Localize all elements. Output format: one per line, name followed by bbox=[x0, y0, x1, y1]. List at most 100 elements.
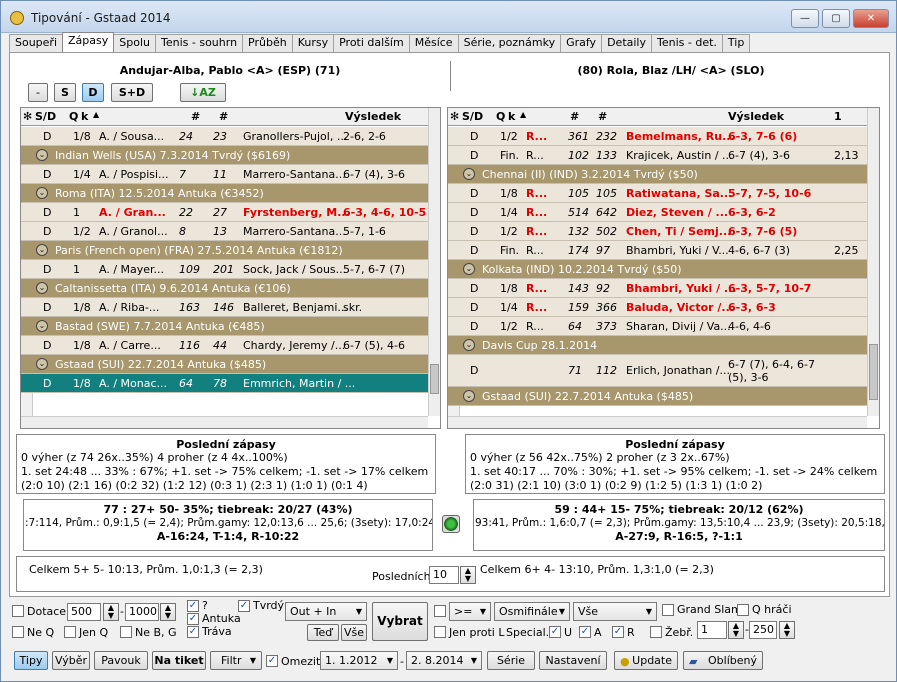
na-tiket-button[interactable]: Na tiket bbox=[152, 651, 206, 670]
tournament-group-row[interactable]: ⌄ Kolkata (IND) 10.2.2014 Tvrdý ($50) bbox=[448, 260, 867, 279]
collapse-icon[interactable]: ⌄ bbox=[36, 282, 48, 294]
col-rank1-right[interactable]: # bbox=[570, 110, 579, 123]
date-to-picker[interactable]: 2. 8.2014 bbox=[406, 651, 482, 670]
tab-6[interactable]: Proti dalším bbox=[333, 34, 410, 52]
col-odds-right[interactable]: 1 bbox=[834, 110, 842, 123]
tab-11[interactable]: Tenis - det. bbox=[651, 34, 723, 52]
oblibeny-button[interactable]: ▰ Oblíbený bbox=[683, 651, 763, 670]
collapse-icon[interactable]: ⌄ bbox=[36, 358, 48, 370]
refresh-icon[interactable] bbox=[442, 515, 460, 533]
match-row[interactable]: D 1/4 R... 159 366 Baluda, Victor /... 6-3, 6-… bbox=[448, 298, 867, 317]
collapse-icon[interactable]: ⌄ bbox=[463, 390, 475, 402]
match-row[interactable]: D 1 A. / Gran... 22 27 Fyrstenberg, M... 6-3, … bbox=[21, 203, 428, 222]
dotace-checkbox[interactable] bbox=[12, 605, 24, 617]
tournament-group-row[interactable]: ⌄ Bastad (SWE) 7.7.2014 Antuka (€485) bbox=[21, 317, 428, 336]
compare-checkbox[interactable] bbox=[434, 605, 446, 617]
collapse-icon[interactable]: ⌄ bbox=[36, 244, 48, 256]
trava-checkbox[interactable]: ✓ bbox=[187, 626, 199, 638]
minus-button[interactable]: - bbox=[28, 83, 48, 102]
unknown-surface-checkbox[interactable]: ✓ bbox=[187, 600, 199, 612]
tab-4[interactable]: Průběh bbox=[242, 34, 293, 52]
tournament-group-row[interactable]: ⌄ Gstaad (SUI) 22.7.2014 Antuka ($485) bbox=[448, 387, 867, 406]
tab-1[interactable]: Zápasy bbox=[62, 32, 115, 52]
tournament-group-row[interactable]: ⌄ Chennai (II) (IND) 3.2.2014 Tvrdý ($50) bbox=[448, 165, 867, 184]
out-in-select[interactable]: Out + In bbox=[285, 602, 367, 621]
col-rank2-right[interactable]: # bbox=[598, 110, 607, 123]
ne-q-checkbox[interactable] bbox=[12, 626, 24, 638]
match-row[interactable]: D Fin. R... 102 133 Krajicek, Austin / ... 6-7… bbox=[448, 146, 867, 165]
tournament-group-row[interactable]: ⌄ Roma (ITA) 12.5.2014 Antuka (€3452) bbox=[21, 184, 428, 203]
round-select[interactable]: Osmifinále bbox=[494, 602, 570, 621]
tournament-group-row[interactable]: ⌄ Davis Cup 28.1.2014 bbox=[448, 336, 867, 355]
special-u-checkbox[interactable]: ✓ bbox=[549, 626, 561, 638]
match-row[interactable]: D 1/8 A. / Sousa... 24 23 Granollers-Pujol, .… bbox=[21, 127, 428, 146]
dotace-min-input[interactable]: 500 bbox=[67, 603, 101, 621]
col-rank2[interactable]: # bbox=[219, 110, 228, 123]
ne-bg-checkbox[interactable] bbox=[120, 626, 132, 638]
singles-button[interactable]: S bbox=[54, 83, 76, 102]
tab-2[interactable]: Spolu bbox=[113, 34, 156, 52]
collapse-icon[interactable]: ⌄ bbox=[463, 339, 475, 351]
tournament-group-row[interactable]: ⌄ Indian Wells (USA) 7.3.2014 Tvrdý ($616… bbox=[21, 146, 428, 165]
grand-slam-checkbox[interactable] bbox=[662, 604, 674, 616]
omezit-checkbox[interactable]: ✓ bbox=[266, 655, 278, 667]
col-q[interactable]: Q bbox=[69, 110, 78, 123]
close-button[interactable]: ✕ bbox=[853, 9, 889, 28]
pavouk-button[interactable]: Pavouk bbox=[94, 651, 148, 670]
col-k[interactable]: k bbox=[81, 110, 88, 123]
jen-q-checkbox[interactable] bbox=[64, 626, 76, 638]
tab-9[interactable]: Grafy bbox=[560, 34, 603, 52]
left-vertical-scrollbar[interactable] bbox=[428, 108, 440, 416]
collapse-icon[interactable]: ⌄ bbox=[463, 168, 475, 180]
col-result[interactable]: Výsledek bbox=[345, 110, 401, 123]
tab-12[interactable]: Tip bbox=[721, 34, 751, 52]
col-q-right[interactable]: Q bbox=[496, 110, 505, 123]
match-row[interactable]: D 1/4 A. / Pospisi... 7 11 Marrero-Santana...… bbox=[21, 165, 428, 184]
serie-button[interactable]: Série bbox=[487, 651, 535, 670]
collapse-icon[interactable]: ⌄ bbox=[36, 149, 48, 161]
collapse-icon[interactable]: ⌄ bbox=[36, 187, 48, 199]
compare-select[interactable]: >= bbox=[449, 602, 491, 621]
update-button[interactable]: ● Update bbox=[614, 651, 678, 670]
match-row[interactable]: D 71 112 Erlich, Jonathan /... 6-7 (7), 6-4,… bbox=[448, 355, 867, 387]
ted-button[interactable]: Teď bbox=[307, 624, 339, 641]
dotace-min-spinner[interactable]: ▲ ▼ bbox=[103, 603, 119, 621]
singles-doubles-button[interactable]: S+D bbox=[111, 83, 153, 102]
tournament-group-row[interactable]: ⌄ Paris (French open) (FRA) 27.5.2014 Ant… bbox=[21, 241, 428, 260]
tvrdy-checkbox[interactable]: ✓ bbox=[238, 600, 250, 612]
match-row[interactable]: D 1/2 R... 132 502 Chen, Ti / Semj... 6-3, 7-6… bbox=[448, 222, 867, 241]
left-scroll-thumb[interactable] bbox=[430, 364, 439, 394]
col-sd-right[interactable]: S/D bbox=[462, 110, 483, 123]
match-row[interactable]: D Fin. R... 174 97 Bhambri, Yuki / V... 4-6, 6… bbox=[448, 241, 867, 260]
match-row[interactable]: D 1/8 A. / Riba-... 163 146 Balleret, Benjami… bbox=[21, 298, 428, 317]
collapse-icon[interactable]: ⌄ bbox=[36, 320, 48, 332]
tab-3[interactable]: Tenis - souhrn bbox=[155, 34, 244, 52]
doubles-button[interactable]: D bbox=[82, 83, 104, 102]
left-horizontal-scrollbar[interactable] bbox=[21, 416, 428, 428]
match-row[interactable]: D 1/8 R... 143 92 Bhambri, Yuki / ... 6-3, 5-7… bbox=[448, 279, 867, 298]
tab-8[interactable]: Série, poznámky bbox=[457, 34, 562, 52]
zebricek-max-input[interactable]: 250 bbox=[749, 621, 777, 639]
antuka-checkbox[interactable]: ✓ bbox=[187, 613, 199, 625]
col-rank1[interactable]: # bbox=[191, 110, 200, 123]
collapse-icon[interactable]: ⌄ bbox=[463, 263, 475, 275]
match-row[interactable]: D 1/2 R... 361 232 Bemelmans, Ru... 6-3, 7-6 (… bbox=[448, 127, 867, 146]
right-horizontal-scrollbar[interactable] bbox=[448, 416, 867, 428]
tournament-group-row[interactable]: ⌄ Gstaad (SUI) 22.7.2014 Antuka ($485) bbox=[21, 355, 428, 374]
minimize-button[interactable]: — bbox=[791, 9, 819, 28]
match-row[interactable]: D 1/8 A. / Carre... 116 44 Chardy, Jeremy /..… bbox=[21, 336, 428, 355]
match-row[interactable]: D 1/8 R... 105 105 Ratiwatana, Sa... 5-7, 7-5,… bbox=[448, 184, 867, 203]
zebricek-min-input[interactable]: 1 bbox=[697, 621, 727, 639]
zebricek-checkbox[interactable] bbox=[650, 626, 662, 638]
jen-proti-checkbox[interactable] bbox=[434, 626, 446, 638]
tab-10[interactable]: Detaily bbox=[601, 34, 652, 52]
match-row[interactable]: D 1 A. / Mayer... 109 201 Sock, Jack / Sous..… bbox=[21, 260, 428, 279]
col-sd[interactable]: S/D bbox=[35, 110, 56, 123]
vse-button[interactable]: Vše bbox=[341, 624, 367, 641]
tab-5[interactable]: Kursy bbox=[291, 34, 335, 52]
right-vertical-scrollbar[interactable] bbox=[867, 108, 879, 416]
tab-7[interactable]: Měsíce bbox=[408, 34, 459, 52]
special-a-checkbox[interactable]: ✓ bbox=[579, 626, 591, 638]
q-hraci-checkbox[interactable] bbox=[737, 604, 749, 616]
dotace-max-spinner[interactable]: ▲ ▼ bbox=[160, 603, 176, 621]
